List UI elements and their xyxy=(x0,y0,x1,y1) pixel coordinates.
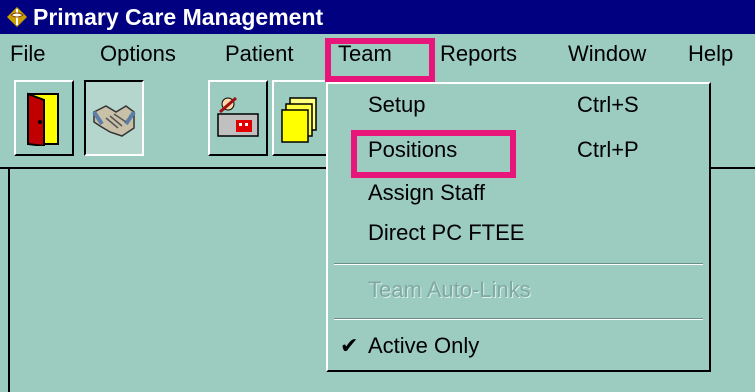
menu-item-direct-pc-ftee[interactable]: Direct PC FTEE xyxy=(328,213,709,253)
menu-team[interactable]: Team xyxy=(338,34,392,74)
menu-options[interactable]: Options xyxy=(100,34,176,74)
menu-item-label: Team Auto-Links xyxy=(368,277,531,302)
exit-button[interactable] xyxy=(14,80,74,156)
menu-help[interactable]: Help xyxy=(688,34,733,74)
menu-file[interactable]: File xyxy=(10,34,45,74)
menu-item-active-only[interactable]: ✔ Active Only xyxy=(328,326,709,366)
handshake-icon xyxy=(92,105,136,137)
menu-separator xyxy=(334,318,703,320)
menu-item-positions[interactable]: Positions Ctrl+P xyxy=(328,130,709,170)
menu-window[interactable]: Window xyxy=(568,34,646,74)
menu-separator xyxy=(334,263,703,265)
menu-item-label: Direct PC FTEE xyxy=(368,220,525,245)
menu-item-assign-staff[interactable]: Assign Staff xyxy=(328,173,709,213)
menu-item-shortcut: Ctrl+P xyxy=(577,137,639,162)
team-menu-dropdown: Setup Ctrl+S Positions Ctrl+P Assign Sta… xyxy=(326,82,711,372)
caduceus-icon xyxy=(7,7,27,27)
window-title: Primary Care Management xyxy=(33,4,324,30)
workspace-border xyxy=(8,169,10,392)
menu-item-label: Setup xyxy=(368,92,426,117)
team-handshake-button[interactable] xyxy=(84,80,144,156)
folders-button[interactable] xyxy=(272,80,332,156)
menu-item-label: Assign Staff xyxy=(368,180,485,205)
exit-door-icon xyxy=(27,92,59,146)
menu-item-setup[interactable]: Setup Ctrl+S xyxy=(328,85,709,125)
menu-bar: File Options Patient Team Reports Window… xyxy=(0,34,755,74)
menu-item-shortcut: Ctrl+S xyxy=(577,92,639,117)
patient-doctor-icon xyxy=(217,96,259,137)
checkmark-icon: ✔ xyxy=(340,333,359,358)
menu-item-label: Positions xyxy=(368,137,458,162)
menu-item-team-auto-links: Team Auto-Links xyxy=(328,270,709,310)
folders-icon xyxy=(281,97,317,143)
title-bar[interactable]: Primary Care Management xyxy=(0,0,755,34)
menu-patient[interactable]: Patient xyxy=(225,34,294,74)
patient-button[interactable] xyxy=(208,80,268,156)
menu-reports[interactable]: Reports xyxy=(440,34,517,74)
menu-item-label: Active Only xyxy=(368,333,480,358)
